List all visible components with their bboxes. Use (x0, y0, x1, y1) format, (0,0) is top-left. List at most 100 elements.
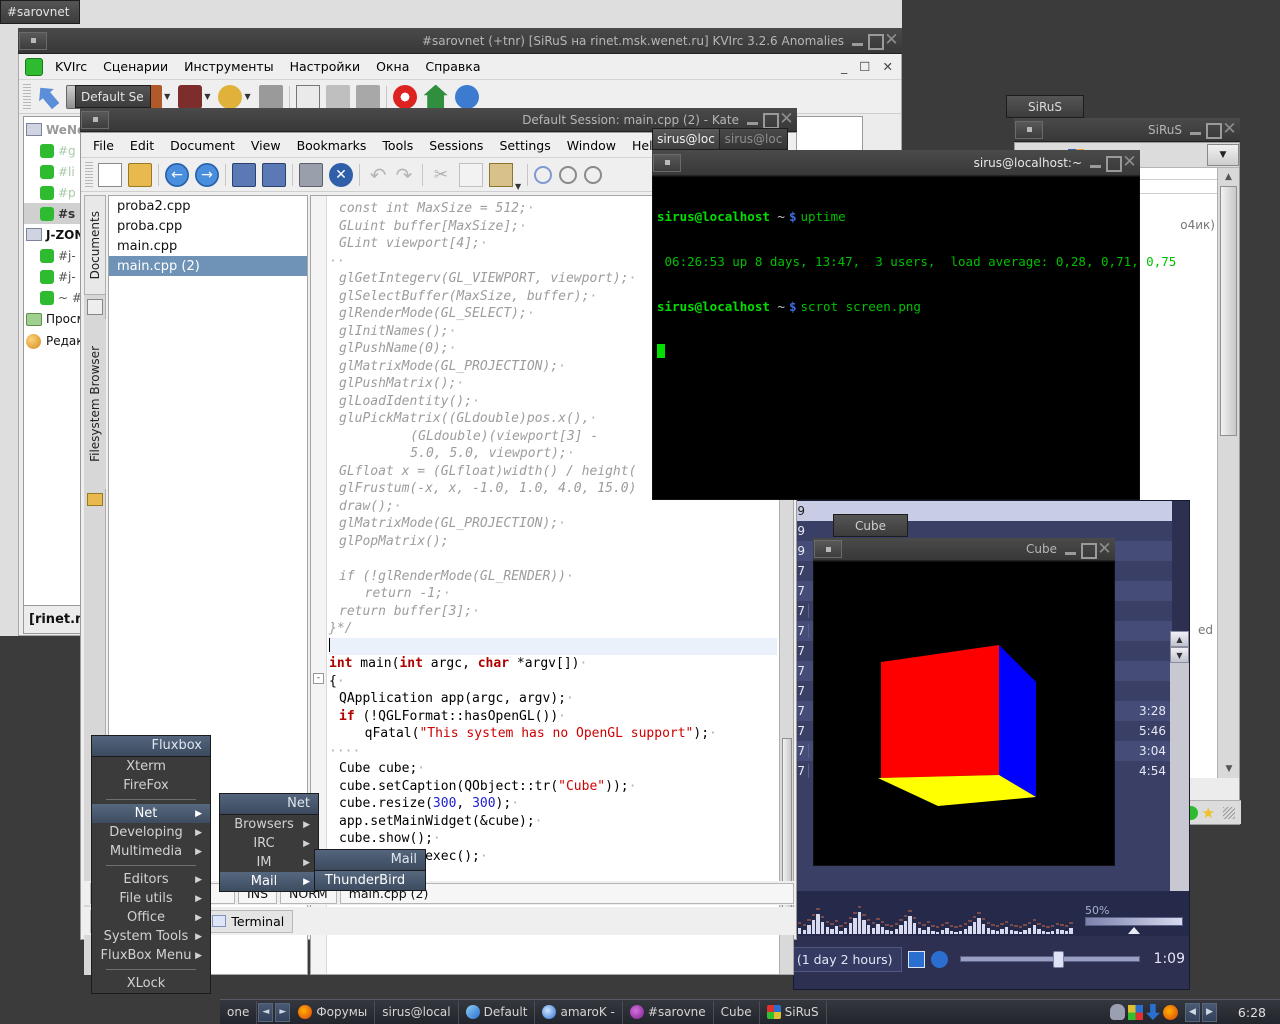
scroll-thumb[interactable] (1220, 186, 1237, 436)
mdi-close-icon[interactable]: ✕ (877, 59, 901, 74)
open-file-icon[interactable] (128, 162, 152, 187)
menu-settings[interactable]: Настройки (282, 57, 369, 76)
menu-item[interactable]: IRC ▶ (220, 834, 318, 853)
tray-mouse-icon[interactable] (1109, 1004, 1125, 1020)
close-icon[interactable]: ✕ (1122, 153, 1137, 170)
scroll-down-arrow[interactable]: ▼ (1218, 760, 1240, 778)
window-menu-handle[interactable] (653, 153, 681, 172)
forward-arrow-icon[interactable]: → (195, 162, 219, 187)
dropdown-button[interactable]: ▼ (1207, 144, 1239, 166)
sirus-scrollbar[interactable]: ▲ ▼ (1217, 168, 1239, 778)
terminal-window-buttons[interactable]: ✕ (1088, 153, 1140, 172)
zoom-out-icon[interactable] (584, 165, 603, 184)
document-list-item[interactable]: main.cpp (2) (109, 256, 307, 276)
folder-icon[interactable] (86, 493, 103, 506)
sirus-window-buttons[interactable]: ✕ (1188, 120, 1240, 139)
fluxbox-menu-items[interactable]: Xterm FireFox Net ▶ Developing ▶ Multimedia ▶ Ed… (92, 757, 210, 993)
menu-item[interactable]: Multimedia ▶ (92, 842, 210, 861)
taskbar-item[interactable]: SiRuS (760, 1000, 827, 1024)
scroll-up-arrow[interactable]: ▲ (1218, 168, 1239, 186)
mdi-minimize-icon[interactable]: _ (835, 59, 853, 74)
kvirc-tab[interactable]: #sarovnet (0, 0, 80, 24)
close-icon[interactable]: ✕ (1222, 120, 1237, 137)
sirus-tab[interactable]: SiRuS (1006, 95, 1084, 118)
taskbar[interactable]: one ◄ ► Форумы sirus@local Default amaroK -… (220, 999, 1280, 1024)
menu-scenarios[interactable]: Сценарии (95, 57, 176, 76)
fluxbox-root-menu[interactable]: Fluxbox Xterm FireFox Net ▶ Developing ▶ Multi… (91, 735, 211, 994)
tray-prev-button[interactable]: ◀ (1184, 1002, 1200, 1022)
bottom-tab-terminal[interactable]: Terminal (203, 909, 294, 933)
kate-window-buttons[interactable]: ✕ (745, 110, 797, 129)
paste-icon[interactable] (489, 162, 513, 187)
workspace-next-button[interactable]: ► (275, 1002, 291, 1022)
cube-gl-canvas[interactable] (813, 561, 1115, 866)
minimize-icon[interactable] (1088, 155, 1103, 170)
sidebar-tab-documents[interactable]: Documents (84, 195, 106, 295)
find-icon[interactable] (534, 165, 553, 184)
save-icon[interactable] (232, 162, 256, 187)
workspace-name[interactable]: one (220, 1000, 258, 1024)
menu-item[interactable]: Office ▶ (92, 908, 210, 927)
menu-help[interactable]: Справка (417, 57, 488, 76)
window-menu-handle[interactable] (19, 31, 47, 50)
kate-menu-window[interactable]: Window (559, 136, 624, 155)
save-as-icon[interactable] (262, 162, 286, 187)
terminal-tab-inactive[interactable]: sirus@loc (720, 128, 788, 150)
close-icon[interactable]: ✕ (1097, 540, 1112, 557)
connect-icon[interactable] (31, 80, 65, 114)
cube-window-buttons[interactable]: ✕ (1063, 540, 1115, 559)
mdi-restore-icon[interactable]: ☐ (853, 59, 876, 74)
kate-menu-bookmarks[interactable]: Bookmarks (289, 136, 375, 155)
fluxbox-mail-submenu[interactable]: Mail ThunderBird (314, 849, 426, 891)
menu-item[interactable]: Mail ▶ (220, 872, 318, 891)
repeat-icon[interactable] (907, 950, 925, 968)
menu-item[interactable]: Developing ▶ (92, 823, 210, 842)
volume-handle[interactable] (1128, 927, 1140, 934)
terminal-titlebar[interactable]: sirus@localhost:~ ✕ (652, 150, 1140, 176)
taskbar-item[interactable]: amaroK - (535, 1000, 623, 1024)
taskbar-item[interactable]: #sarovne (623, 1000, 714, 1024)
maximize-icon[interactable] (762, 112, 779, 129)
kate-menu-view[interactable]: View (243, 136, 289, 155)
terminal-body[interactable]: sirus@localhost ~ $ uptime 06:26:53 up 8 d… (652, 176, 1176, 500)
document-list-item[interactable]: main.cpp (109, 236, 307, 256)
resize-grip[interactable] (1223, 806, 1235, 819)
kate-menu-edit[interactable]: Edit (122, 136, 162, 155)
terminal-tab-active[interactable]: sirus@loc (652, 128, 720, 150)
taskbar-item[interactable]: sirus@local (375, 1000, 459, 1024)
volume-control[interactable]: 50% (1079, 902, 1189, 936)
menu-item[interactable]: ThunderBird (315, 871, 425, 890)
maximize-icon[interactable] (867, 33, 884, 50)
close-icon[interactable]: ✕ (779, 110, 794, 127)
back-arrow-icon[interactable]: ← (165, 162, 189, 187)
mail-submenu-items[interactable]: ThunderBird (315, 871, 425, 890)
cube-titlebar[interactable]: Cube ✕ (813, 538, 1115, 561)
maximize-icon[interactable] (1205, 122, 1222, 139)
document-list-item[interactable]: proba2.cpp (109, 196, 307, 216)
systray[interactable] (1104, 1004, 1184, 1020)
random-icon[interactable] (930, 950, 948, 968)
menu-item[interactable]: Editors ▶ (92, 870, 210, 889)
menu-item[interactable]: System Tools ▶ (92, 927, 210, 946)
toolbar-grip[interactable] (23, 83, 31, 110)
amarok-playlist-scrollbar[interactable]: ▲ ▼ (1170, 631, 1189, 891)
kate-menu-settings[interactable]: Settings (491, 136, 558, 155)
seek-handle[interactable] (1052, 951, 1064, 968)
window-menu-handle[interactable] (814, 540, 842, 558)
net-submenu-items[interactable]: Browsers ▶ IRC ▶ IM ▶ Mail ▶ (220, 815, 318, 891)
volume-slider[interactable] (1085, 917, 1183, 926)
tray-firefox-icon[interactable] (1162, 1004, 1178, 1020)
menu-item[interactable]: Xterm (92, 757, 210, 776)
new-file-icon[interactable] (98, 162, 122, 187)
maximize-icon[interactable] (1080, 542, 1097, 559)
minimize-icon[interactable] (850, 33, 865, 48)
minimize-icon[interactable] (1063, 542, 1078, 557)
tray-next-button[interactable]: ▶ (1201, 1002, 1217, 1022)
documents-icon[interactable] (86, 299, 103, 315)
workspace-prev-button[interactable]: ◄ (258, 1002, 274, 1022)
tray-download-icon[interactable] (1145, 1004, 1160, 1020)
terminal-tabs[interactable]: sirus@loc sirus@loc (652, 128, 788, 150)
scroll-down-arrow[interactable]: ▼ (1170, 647, 1189, 663)
zoom-in-icon[interactable] (559, 165, 578, 184)
fluxbox-net-submenu[interactable]: Net Browsers ▶ IRC ▶ IM ▶ Mail ▶ (219, 793, 319, 892)
